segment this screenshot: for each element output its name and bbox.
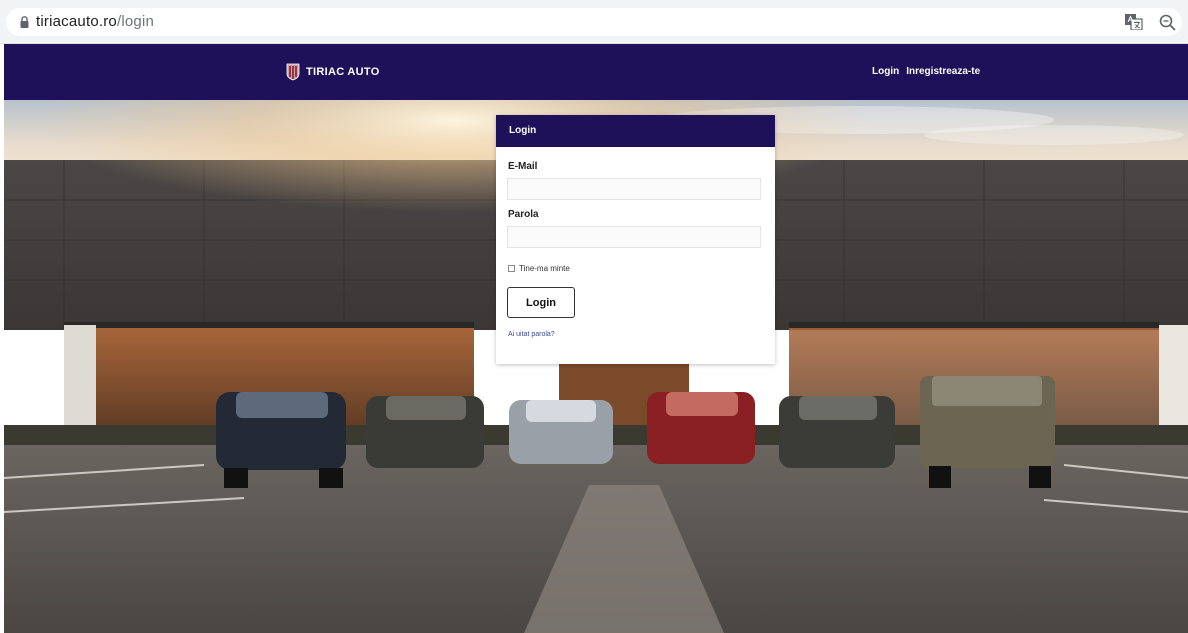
site-navbar: TIRIAC AUTO Login Inregistreaza-te — [4, 44, 1188, 100]
forgot-password-link[interactable]: Ai uitat parola? — [508, 331, 555, 338]
brand-shield-icon — [286, 63, 300, 81]
brand-logo[interactable]: TIRIAC AUTO — [286, 62, 380, 82]
nav-links: Login Inregistreaza-te — [872, 66, 980, 77]
password-label: Parola — [508, 209, 539, 220]
remember-me[interactable]: Tine-ma minte — [508, 264, 570, 273]
email-field[interactable] — [507, 178, 761, 200]
nav-login-link[interactable]: Login — [872, 66, 899, 77]
translate-icon[interactable] — [1125, 14, 1143, 30]
login-card-header: Login — [496, 115, 775, 147]
address-bar[interactable]: tiriacauto.ro/login — [6, 8, 1182, 36]
lock-icon[interactable] — [20, 16, 29, 28]
nav-register-link[interactable]: Inregistreaza-te — [906, 66, 980, 77]
remember-me-checkbox[interactable] — [508, 265, 515, 272]
login-button[interactable]: Login — [507, 287, 575, 318]
email-label: E-Mail — [508, 161, 538, 172]
browser-toolbar: tiriacauto.ro/login — [0, 0, 1188, 44]
zoom-icon[interactable] — [1159, 14, 1176, 31]
brand-name: TIRIAC AUTO — [306, 66, 380, 78]
login-card: Login E-Mail Parola Tine-ma minte Login … — [496, 115, 775, 364]
url-text[interactable]: tiriacauto.ro/login — [36, 13, 154, 30]
remember-me-label: Tine-ma minte — [519, 264, 570, 273]
password-field[interactable] — [507, 226, 761, 248]
